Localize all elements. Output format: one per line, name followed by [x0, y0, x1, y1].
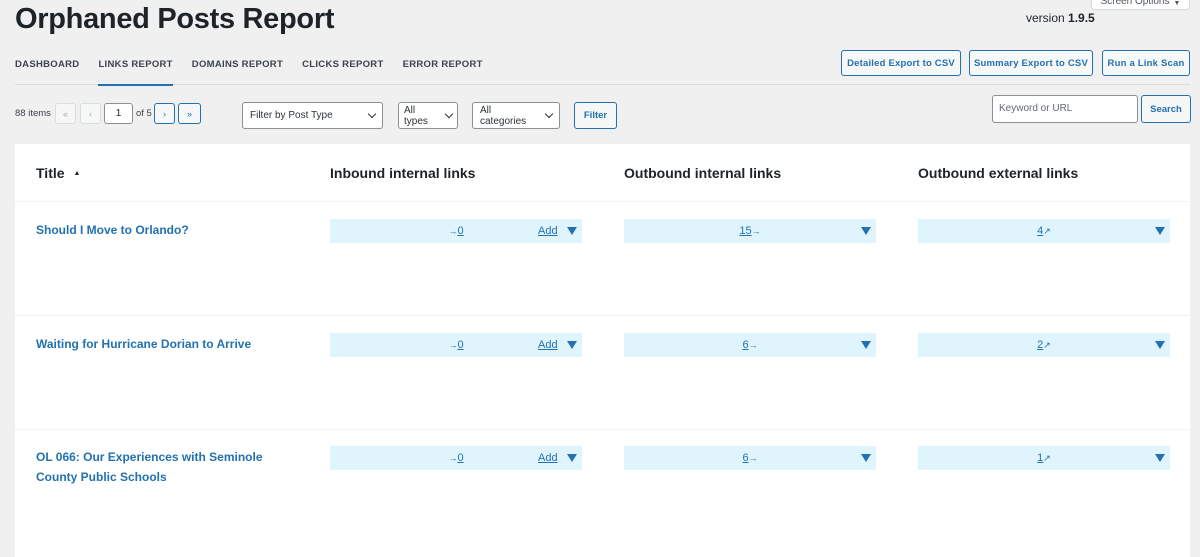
plugin-version: version 1.9.5	[1026, 11, 1095, 25]
filter-button[interactable]: Filter	[574, 102, 617, 129]
post-type-filter-value: Filter by Post Type	[250, 110, 333, 121]
outbound-arrow-icon: →	[748, 453, 758, 463]
table-row: OL 066: Our Experiences with Seminole Co…	[15, 429, 1190, 543]
outbound-external-count-link[interactable]: 4↗	[918, 225, 1170, 237]
outbound-external-count-link[interactable]: 2↗	[918, 339, 1170, 351]
outbound-arrow-icon: →	[751, 226, 761, 236]
post-title-link[interactable]: Waiting for Hurricane Dorian to Arrive	[36, 334, 276, 354]
outbound-external-count-link[interactable]: 1↗	[918, 452, 1170, 464]
expand-triangle-icon[interactable]	[1155, 341, 1165, 349]
inbound-count: 0	[457, 452, 464, 464]
add-inbound-link[interactable]: Add	[538, 225, 558, 237]
version-number: 1.9.5	[1068, 11, 1095, 25]
first-page-button[interactable]: «	[55, 103, 76, 124]
column-header-outbound-internal: Outbound internal links	[624, 165, 782, 181]
summary-export-csv-button[interactable]: Summary Export to CSV	[969, 50, 1093, 76]
outbound-internal-count-link[interactable]: 15→	[624, 225, 876, 237]
table-row: Waiting for Hurricane Dorian to Arrive →…	[15, 316, 1190, 430]
search-button[interactable]: Search	[1141, 95, 1191, 123]
chevron-down-icon	[444, 109, 454, 118]
last-page-button[interactable]: »	[178, 103, 201, 124]
expand-triangle-icon[interactable]	[861, 341, 871, 349]
chevron-down-icon	[367, 109, 377, 118]
add-inbound-link[interactable]: Add	[538, 452, 558, 464]
run-link-scan-button[interactable]: Run a Link Scan	[1102, 50, 1190, 76]
categories-select[interactable]: All categories	[472, 102, 560, 129]
screen-options-button[interactable]: Screen Options ▼	[1091, 0, 1190, 10]
add-inbound-link[interactable]: Add	[538, 339, 558, 351]
screen-options-label: Screen Options	[1100, 0, 1170, 7]
detailed-export-csv-button[interactable]: Detailed Export to CSV	[841, 50, 961, 76]
inbound-internal-cell: →0 Add	[330, 219, 582, 243]
expand-triangle-icon[interactable]	[567, 454, 577, 462]
outbound-internal-cell: 6→	[624, 446, 876, 470]
outbound-internal-cell: 15→	[624, 219, 876, 243]
column-header-title[interactable]: Title ▲	[36, 165, 80, 181]
tab-links-report[interactable]: LINKS REPORT	[98, 53, 174, 86]
search-input[interactable]: Keyword or URL	[992, 95, 1138, 123]
caret-down-icon: ▼	[1173, 0, 1181, 7]
expand-triangle-icon[interactable]	[567, 341, 577, 349]
tab-error-report[interactable]: ERROR REPORT	[403, 53, 483, 85]
expand-triangle-icon[interactable]	[861, 227, 871, 235]
tab-domains-report[interactable]: DOMAINS REPORT	[192, 53, 283, 85]
chevron-down-icon	[544, 109, 554, 118]
outbound-internal-count: 15	[739, 225, 752, 237]
links-table: Title ▲ Inbound internal links Outbound i…	[15, 144, 1190, 557]
expand-triangle-icon[interactable]	[567, 227, 577, 235]
items-count: 88 items	[15, 108, 51, 119]
outbound-external-cell: 2↗	[918, 333, 1170, 357]
tab-clicks-report[interactable]: CLICKS REPORT	[302, 53, 384, 85]
sort-ascending-icon: ▲	[73, 170, 81, 177]
external-link-icon: ↗	[1043, 340, 1051, 350]
post-title-link[interactable]: OL 066: Our Experiences with Seminole Co…	[36, 447, 276, 487]
external-link-icon: ↗	[1043, 453, 1051, 463]
outbound-arrow-icon: →	[748, 340, 758, 350]
column-title-label: Title	[36, 165, 65, 181]
link-types-value: All types	[404, 104, 428, 127]
expand-triangle-icon[interactable]	[1155, 454, 1165, 462]
previous-page-button[interactable]: ‹	[80, 103, 101, 124]
page-title: Orphaned Posts Report	[15, 3, 335, 35]
column-header-inbound-internal: Inbound internal links	[330, 165, 476, 181]
outbound-internal-count-link[interactable]: 6→	[624, 452, 876, 464]
inbound-count: 0	[457, 225, 464, 237]
tab-dashboard[interactable]: DASHBOARD	[15, 53, 79, 85]
next-page-button[interactable]: ›	[154, 103, 175, 124]
outbound-internal-count-link[interactable]: 6→	[624, 339, 876, 351]
post-title-link[interactable]: Should I Move to Orlando?	[36, 220, 276, 240]
outbound-external-cell: 1↗	[918, 446, 1170, 470]
categories-value: All categories	[480, 104, 527, 127]
inbound-count: 0	[457, 339, 464, 351]
post-type-filter-select[interactable]: Filter by Post Type	[242, 102, 383, 129]
inbound-internal-cell: →0 Add	[330, 446, 582, 470]
expand-triangle-icon[interactable]	[861, 454, 871, 462]
current-page-input[interactable]: 1	[104, 103, 133, 124]
table-row: Should I Move to Orlando? →0 Add 15→ 4↗	[15, 202, 1190, 316]
total-pages: of 5	[136, 108, 152, 119]
column-header-outbound-external: Outbound external links	[918, 165, 1079, 181]
expand-triangle-icon[interactable]	[1155, 227, 1165, 235]
outbound-internal-cell: 6→	[624, 333, 876, 357]
inbound-internal-cell: →0 Add	[330, 333, 582, 357]
version-label: version	[1026, 11, 1065, 25]
external-link-icon: ↗	[1043, 226, 1051, 236]
outbound-external-cell: 4↗	[918, 219, 1170, 243]
link-types-select[interactable]: All types	[398, 102, 458, 129]
